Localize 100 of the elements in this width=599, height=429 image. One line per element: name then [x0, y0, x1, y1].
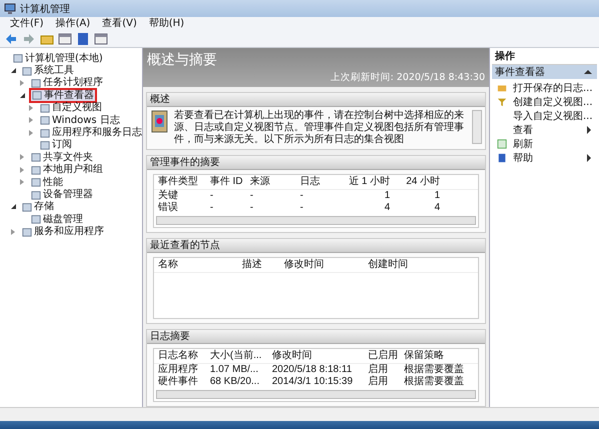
column-header[interactable]: 事件 ID: [210, 175, 250, 189]
computer-icon: [4, 2, 16, 14]
table-cell-text: 1: [433, 190, 441, 202]
table-cell-text: 1.07 MB/...: [210, 364, 260, 376]
window-title: 计算机管理: [20, 2, 70, 16]
expand-arrow-icon[interactable]: [11, 68, 16, 74]
refresh-time: 上次刷新时间: 2020/5/18 8:43:30: [330, 71, 485, 84]
table-cell-text: 2020/5/18 8:18:11: [272, 364, 353, 376]
table-cell-text: -: [300, 202, 304, 214]
table-cell-text: 启用: [368, 364, 389, 376]
back-icon[interactable]: [4, 32, 18, 46]
table-cell-text: -: [210, 190, 214, 202]
table-cell-text: 根据需要覆盖: [404, 376, 465, 388]
expand-arrow-icon[interactable]: [11, 204, 16, 210]
column-header[interactable]: 来源: [250, 175, 300, 189]
column-header[interactable]: 近 1 小时: [346, 175, 396, 189]
table-cell-text: 68 KB/20...: [210, 376, 260, 388]
action-item[interactable]: 帮助: [492, 151, 597, 165]
column-header[interactable]: 创建时间: [368, 258, 452, 272]
node-icon: [22, 202, 32, 212]
table-cell-text: -: [250, 190, 254, 202]
tree-item[interactable]: 设备管理器: [29, 188, 95, 201]
actions-section-header[interactable]: 事件查看器: [492, 65, 597, 79]
menu-item[interactable]: 操作(A): [50, 17, 96, 31]
scroll-bar[interactable]: [156, 390, 476, 399]
menu-item[interactable]: 文件(F): [4, 17, 50, 31]
section-header[interactable]: 最近查看的节点: [147, 239, 485, 253]
node-icon: [13, 53, 23, 64]
node-icon: [40, 128, 50, 138]
table-cell-text: 根据需要覆盖: [404, 364, 465, 376]
tree-item[interactable]: 服务和应用程序: [20, 225, 106, 238]
table-cell-text: 启用: [368, 376, 389, 388]
column-header[interactable]: 已启用: [368, 349, 404, 363]
table-cell-text: 4: [433, 202, 441, 214]
overview-text: 若要查看已在计算机上出现的事件，请在控制台树中选择相应的来源、日志或自定义视图节点。管理事件自定义视图包括所有管理事件，而与来源无关。以下所示为所有日志的集合视图: [174, 110, 465, 146]
forward-icon[interactable]: [22, 32, 36, 46]
action-item[interactable]: 查看: [492, 123, 597, 137]
tree-item[interactable]: 共享文件夹: [29, 150, 95, 164]
table-cell-text: -: [210, 202, 214, 214]
section-header[interactable]: 概述: [147, 93, 485, 107]
section-header[interactable]: 日志摘要: [147, 330, 485, 344]
node-icon: [22, 226, 32, 237]
table-cell-text: 硬件事件: [158, 376, 199, 388]
tree-item[interactable]: 系统工具: [20, 64, 76, 78]
node-icon: [31, 152, 41, 162]
table-cell-text: -: [250, 202, 254, 214]
scroll-bar[interactable]: [472, 110, 482, 144]
tree-item[interactable]: 存储: [20, 200, 56, 214]
folder-icon: [497, 83, 507, 93]
event-viewer-icon: [150, 110, 170, 134]
table-cell-text: 4: [383, 202, 391, 214]
column-header[interactable]: 保留策略: [404, 349, 474, 363]
table-cell-text: 2014/3/1 10:15:39: [272, 376, 354, 388]
node-icon: [31, 78, 41, 88]
filter-icon: [497, 97, 507, 107]
column-header[interactable]: 日志: [300, 175, 346, 189]
tree-item[interactable]: Windows 日志: [38, 114, 122, 127]
column-header[interactable]: 修改时间: [272, 349, 368, 363]
panel-icon[interactable]: [94, 32, 108, 46]
node-icon: [40, 140, 50, 150]
node-icon: [31, 190, 41, 200]
column-header[interactable]: 事件类型: [158, 175, 210, 189]
tree-item[interactable]: 应用程序和服务日志: [38, 126, 142, 140]
menu-item[interactable]: 查看(V): [96, 17, 143, 31]
tree-item[interactable]: 本地用户和组: [29, 163, 105, 176]
scroll-bar[interactable]: [156, 216, 476, 225]
column-header[interactable]: 大小(当前...: [210, 349, 272, 363]
node-icon: [31, 214, 41, 224]
tree-item[interactable]: 任务计划程序: [29, 76, 105, 90]
action-item[interactable]: 导入自定义视图...: [492, 109, 597, 123]
node-icon: [40, 102, 50, 113]
tree-item[interactable]: 订阅: [38, 138, 74, 152]
table-cell-text: -: [300, 190, 304, 202]
action-item[interactable]: 刷新: [492, 137, 597, 151]
table-cell-text: 1: [383, 190, 391, 202]
tree-item[interactable]: 事件查看器: [29, 88, 97, 103]
panel-icon[interactable]: [58, 32, 72, 46]
table-cell-text: 关键: [158, 190, 179, 202]
tree-item[interactable]: 自定义视图: [38, 101, 104, 114]
action-item[interactable]: 创建自定义视图...: [492, 95, 597, 109]
node-icon: [31, 177, 41, 188]
tree-item[interactable]: 性能: [29, 176, 65, 189]
table-cell-text: 错误: [158, 202, 179, 214]
refresh-icon: [497, 139, 507, 149]
table-cell-text: 应用程序: [158, 364, 199, 376]
tree-item[interactable]: 计算机管理(本地): [11, 52, 105, 65]
column-header[interactable]: 名称: [158, 258, 242, 272]
node-icon: [22, 66, 32, 76]
tree-item[interactable]: 磁盘管理: [29, 212, 85, 226]
node-icon: [32, 90, 42, 100]
action-item[interactable]: 打开保存的日志...: [492, 81, 597, 95]
page-title: 概述与摘要: [147, 51, 217, 69]
section-header[interactable]: 管理事件的摘要: [147, 156, 485, 170]
node-icon: [40, 115, 50, 126]
column-header[interactable]: 24 小时: [396, 175, 446, 189]
column-header[interactable]: 描述: [242, 258, 284, 272]
node-icon: [31, 164, 41, 175]
column-header[interactable]: 修改时间: [284, 258, 368, 272]
menu-item[interactable]: 帮助(H): [142, 17, 190, 31]
column-header[interactable]: 日志名称: [158, 349, 210, 363]
